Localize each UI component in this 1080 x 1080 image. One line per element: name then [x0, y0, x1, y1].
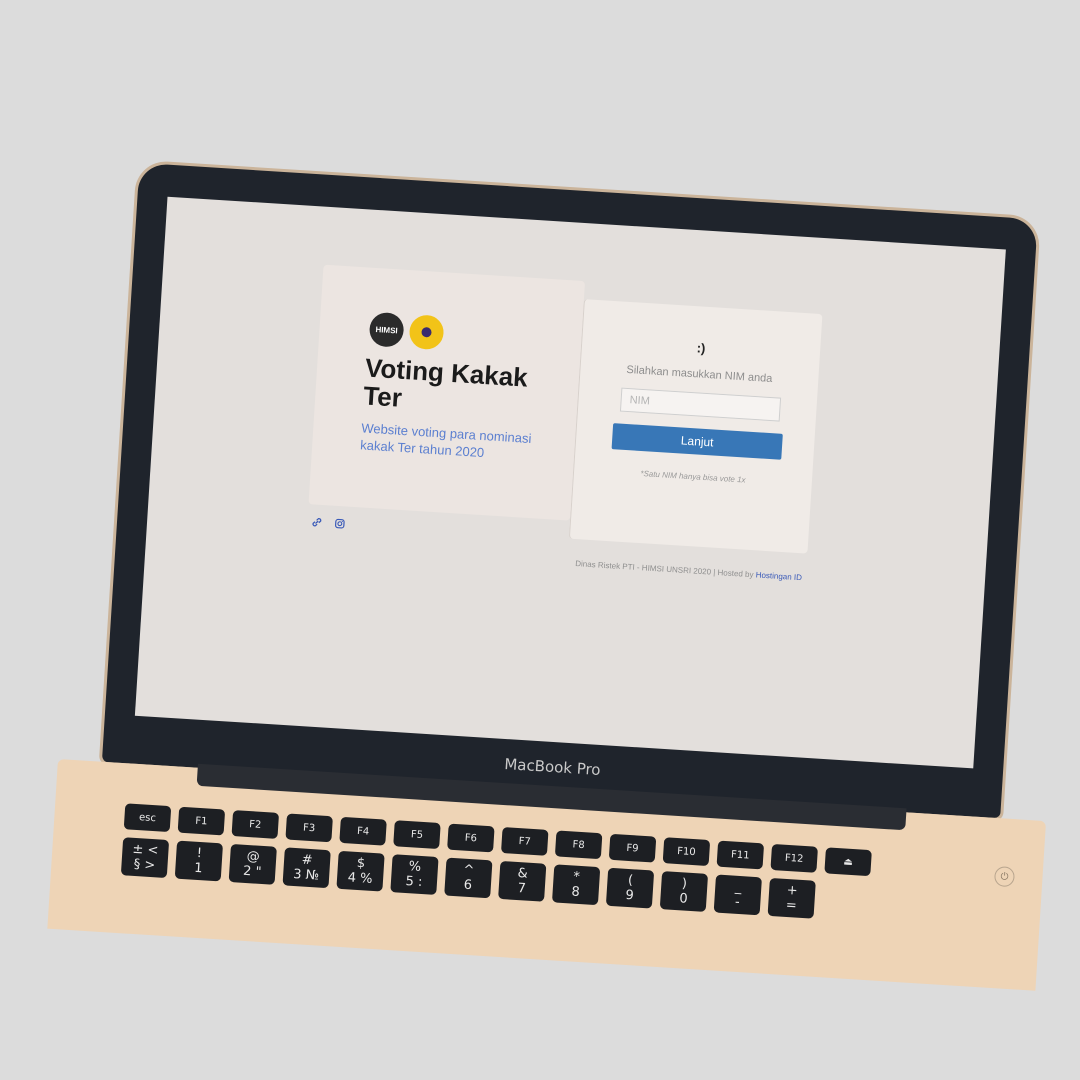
keyboard-key[interactable]: F12 [770, 843, 818, 873]
login-card: :) Silahkan masukkan NIM anda Lanjut *Sa… [568, 299, 823, 554]
keyboard-key[interactable]: F7 [500, 827, 549, 856]
laptop: HIMSI Voting Kakak Ter Website voting pa… [0, 0, 1080, 1080]
nim-prompt: Silahkan masukkan NIM anda [626, 363, 773, 386]
keyboard-key[interactable]: ^ 6 [444, 857, 493, 899]
keyboard-key[interactable]: F8 [554, 830, 603, 860]
laptop-lid: HIMSI Voting Kakak Ter Website voting pa… [101, 162, 1038, 819]
keyboard-key[interactable]: esc [123, 803, 172, 833]
keyboard-key[interactable]: * 8 [551, 864, 601, 906]
photo-stage: HIMSI Voting Kakak Ter Website voting pa… [0, 0, 1080, 1080]
emoticon: :) [696, 340, 706, 356]
keyboard-key[interactable]: F11 [716, 840, 765, 870]
keyboard-key[interactable]: F6 [447, 823, 495, 853]
keyboard-key[interactable]: # 3 № [282, 847, 331, 889]
keyboard-key[interactable]: ! 1 [174, 840, 224, 882]
keyboard-key[interactable]: F1 [177, 806, 226, 836]
keyboard-key[interactable]: F5 [393, 820, 441, 850]
link-icon[interactable] [311, 516, 323, 531]
keyboard-key[interactable]: ⏏ [824, 847, 872, 877]
keyboard-key[interactable]: % 5 : [390, 854, 439, 895]
unsri-logo [408, 314, 445, 351]
keyboard-key[interactable]: F2 [231, 810, 280, 839]
lanjut-button[interactable]: Lanjut [611, 423, 783, 460]
nim-input[interactable] [619, 387, 782, 422]
keyboard-key[interactable]: ) 0 [659, 871, 709, 912]
logo-group: HIMSI [368, 311, 445, 351]
keyboard-key[interactable]: $ 4 % [336, 850, 385, 892]
keyboard-key[interactable]: ± < § > [120, 837, 170, 879]
keyboard-key[interactable]: F3 [285, 813, 333, 843]
keyboard-key[interactable]: _ - [713, 874, 762, 916]
footer-text: Dinas Ristek PTI - HIMSI UNSRI 2020 | Ho… [575, 559, 754, 580]
keyboard-key[interactable]: + = [767, 877, 816, 919]
page-subtitle: Website voting para nominasi kakak Ter t… [359, 420, 532, 461]
power-icon[interactable]: ⏻ [993, 866, 1016, 888]
keyboard-key[interactable]: F9 [608, 833, 657, 863]
voting-page: HIMSI Voting Kakak Ter Website voting pa… [308, 264, 843, 582]
laptop-screen: HIMSI Voting Kakak Ter Website voting pa… [134, 196, 1006, 769]
vote-note: *Satu NIM hanya bisa vote 1x [640, 468, 746, 485]
keyboard-key[interactable]: F10 [662, 837, 711, 867]
page-title: Voting Kakak Ter [362, 352, 529, 413]
hosting-link[interactable]: Hostingan ID [755, 570, 802, 582]
keyboard-key[interactable]: @ 2 " [228, 843, 277, 885]
intro-card: HIMSI Voting Kakak Ter Website voting pa… [308, 264, 586, 521]
page-footer: Dinas Ristek PTI - HIMSI UNSRI 2020 | Ho… [575, 559, 835, 584]
keyboard-key[interactable]: F4 [339, 816, 387, 846]
instagram-icon[interactable] [334, 518, 346, 533]
himsi-logo: HIMSI [368, 311, 405, 348]
social-links [311, 516, 346, 532]
keyboard-key[interactable]: ( 9 [605, 867, 655, 909]
keyboard-key[interactable]: & 7 [498, 860, 547, 902]
